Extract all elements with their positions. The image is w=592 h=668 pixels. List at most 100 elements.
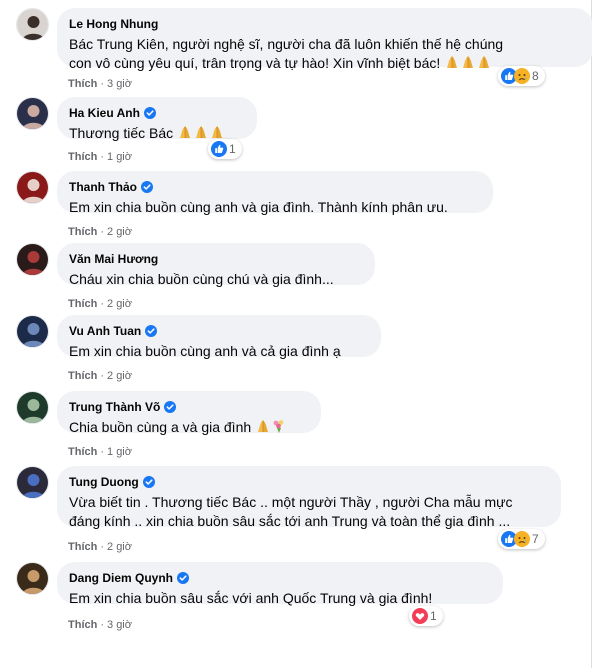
sad-reaction-icon [514,68,530,84]
separator-dot: · [100,370,105,382]
comment-author-row: Dang Diem Quynh [69,570,491,586]
sad-reaction-icon [514,531,530,547]
folded-hands-emoji-icon [196,126,207,138]
comment-text-content: Em xin chia buồn sâu sắc với anh Quốc Tr… [69,590,433,606]
comment-meta: Thích · 2 giờ [68,298,132,310]
comment-item: Vu Anh Tuan Em xin chia buồn cùng anh và … [16,315,576,384]
comment-bubble: Dang Diem Quynh Em xin chia buồn sâu sắc … [57,562,503,606]
comment-text-line: Vừa biết tin . Thương tiếc Bác .. một ng… [69,493,549,512]
comment-thread: Le Hong Nhung Bác Trung Kiên, người nghệ … [0,0,592,668]
comment-item: Tung Duong Vừa biết tin . Thương tiếc Bác… [16,466,576,555]
comment-text-line: Chia buồn cùng a và gia đình [69,418,309,437]
comment-text-line: Em xin chia buồn cùng anh và cả gia đình… [69,342,369,361]
comment-item: Dang Diem Quynh Em xin chia buồn sâu sắc … [16,562,576,633]
verified-badge-icon [141,181,153,193]
comment-meta: Thích · 2 giờ [68,226,132,238]
comment-author-row: Le Hong Nhung [69,16,581,32]
separator-dot: · [100,298,105,310]
avatar[interactable] [16,466,49,499]
avatar[interactable] [16,8,49,41]
comment-bubble: Trung Thành Võ Chia buồn cùng a và gia đì… [57,391,321,435]
comment-timestamp[interactable]: 2 giờ [107,226,132,238]
avatar[interactable] [16,562,49,595]
comment-timestamp[interactable]: 3 giờ [107,619,132,631]
comment-author-name[interactable]: Trung Thành Võ [69,400,160,414]
comment-timestamp[interactable]: 1 giờ [107,151,132,163]
comment-timestamp[interactable]: 2 giờ [107,370,132,382]
comment-bubble: Văn Mai Hương Cháu xin chia buồn cùng chú… [57,243,375,287]
comment-author-name[interactable]: Thanh Thảo [69,180,137,194]
avatar[interactable] [16,97,49,130]
comment-author-name[interactable]: Ha Kieu Anh [69,106,140,120]
emoji-group [444,55,492,71]
reaction-summary[interactable]: 1 [208,139,242,159]
reaction-summary[interactable]: 7 [498,529,545,549]
comment-meta: Thích · 3 giờ [68,619,132,631]
folded-hands-emoji-icon [212,126,223,138]
emoji-group [255,419,287,435]
like-button[interactable]: Thích [68,619,97,631]
like-button[interactable]: Thích [68,298,97,310]
comment-author-name[interactable]: Vu Anh Tuan [69,324,141,338]
comment-author-name[interactable]: Văn Mai Hương [69,252,158,266]
comment-bubble: Thanh Thảo Em xin chia buồn cùng anh và g… [57,171,493,215]
love-reaction-icon [412,608,428,624]
comment-bubble: Tung Duong Vừa biết tin . Thương tiếc Bác… [57,466,561,529]
reaction-count: 1 [430,609,437,623]
like-reaction-icon [211,141,227,157]
comment-text-content: đáng kính .. xin chia buồn sâu sắc tới a… [69,513,511,529]
verified-badge-icon [145,325,158,337]
avatar[interactable] [16,243,49,276]
comment-timestamp[interactable]: 1 giờ [107,446,132,458]
separator-dot: · [100,619,105,631]
separator-dot: · [100,226,105,238]
separator-dot: · [100,78,105,90]
folded-hands-emoji-icon [447,56,458,68]
comment-text-line: Em xin chia buồn cùng anh và gia đình. T… [69,198,481,217]
comment-meta: Thích · 1 giờ [68,446,132,458]
comment-timestamp[interactable]: 2 giờ [107,541,132,553]
folded-hands-emoji-icon [463,56,474,68]
comment-author-row: Văn Mai Hương [69,251,363,267]
like-button[interactable]: Thích [68,78,97,90]
avatar[interactable] [16,391,49,424]
comment-text-content: Em xin chia buồn cùng anh và cả gia đình… [69,343,341,359]
folded-hands-emoji-icon [479,56,490,68]
comment-item: Trung Thành Võ Chia buồn cùng a và gia đì… [16,391,576,460]
comment-author-name[interactable]: Tung Duong [69,475,139,489]
comment-item: Văn Mai Hương Cháu xin chia buồn cùng chú… [16,243,576,312]
comment-bubble: Vu Anh Tuan Em xin chia buồn cùng anh và … [57,315,381,359]
comment-author-name[interactable]: Dang Diem Quynh [69,571,173,585]
comment-author-row: Thanh Thảo [69,179,481,195]
comment-meta: Thích · 2 giờ [68,370,132,382]
verified-badge-icon [142,476,155,488]
comment-timestamp[interactable]: 3 giờ [107,78,132,90]
comment-text-content: con vô cùng yêu quí, trân trọng và tự hà… [69,55,441,71]
avatar[interactable] [16,315,49,348]
comment-text: Em xin chia buồn cùng anh và gia đình. T… [69,198,481,217]
like-button[interactable]: Thích [68,541,97,553]
like-button[interactable]: Thích [68,370,97,382]
comment-text-content: Em xin chia buồn cùng anh và gia đình. T… [69,199,448,215]
comment-meta: Thích · 3 giờ [68,78,132,90]
verified-badge-icon [164,401,177,413]
comment-bubble: Ha Kieu Anh Thương tiếc Bác [57,97,257,141]
like-button[interactable]: Thích [68,226,97,238]
reaction-summary[interactable]: 1 [409,606,443,626]
comment-text-content: Thương tiếc Bác [69,125,174,141]
comment-meta: Thích · 2 giờ [68,541,132,553]
comment-author-name[interactable]: Le Hong Nhung [69,17,158,31]
like-button[interactable]: Thích [68,151,97,163]
separator-dot: · [100,446,105,458]
avatar[interactable] [16,171,49,204]
folded-hands-emoji-icon [258,420,269,432]
like-button[interactable]: Thích [68,446,97,458]
comment-timestamp[interactable]: 2 giờ [107,298,132,310]
separator-dot: · [100,541,105,553]
comment-author-row: Ha Kieu Anh [69,105,245,121]
reaction-count: 8 [532,69,539,83]
verified-badge-icon [177,572,190,584]
comment-item: Ha Kieu Anh Thương tiếc Bác Thích · 1 giờ 1 [16,97,576,165]
comment-text: Cháu xin chia buồn cùng chú và gia đình.… [69,270,363,289]
reaction-summary[interactable]: 8 [498,66,545,86]
